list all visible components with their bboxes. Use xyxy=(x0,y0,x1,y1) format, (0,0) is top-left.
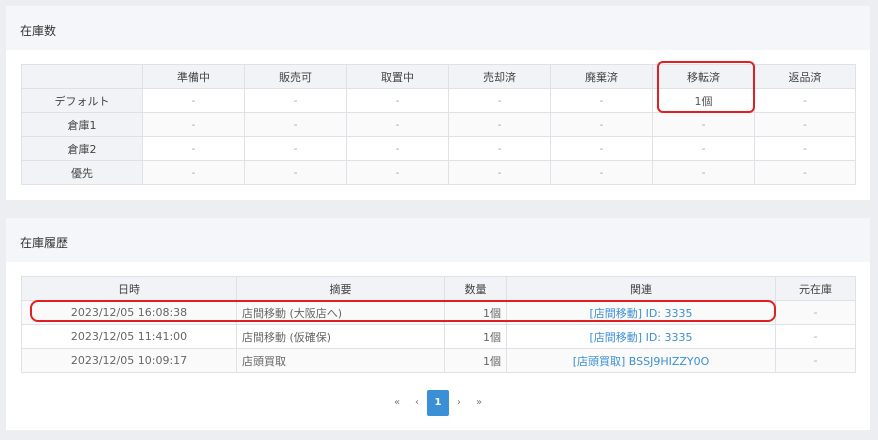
stock-cell: - xyxy=(448,136,551,161)
stock-cell: - xyxy=(754,112,856,137)
stock-panel: 在庫数 準備中 販売可 取置中 売却済 廃棄済 移転済 返品済 デフォルト - … xyxy=(6,6,870,200)
stock-header-row: 準備中 販売可 取置中 売却済 廃棄済 移転済 返品済 xyxy=(21,64,856,89)
history-panel: 在庫履歴 日時 摘要 数量 関連 元在庫 2023/12/05 16:08:38… xyxy=(6,218,870,430)
history-related-link[interactable]: [店頭買取] BSSJ9HIZZY0O xyxy=(506,348,776,373)
stock-cell: - xyxy=(448,88,551,113)
stock-cell: - xyxy=(142,88,245,113)
stock-cell: - xyxy=(346,160,449,185)
stock-cell: - xyxy=(550,160,653,185)
stock-cell: - xyxy=(346,136,449,161)
history-related-link[interactable]: [店間移動] ID: 3335 xyxy=(506,300,776,325)
stock-table: 準備中 販売可 取置中 売却済 廃棄済 移転済 返品済 デフォルト - - - … xyxy=(21,64,856,185)
stock-row: 倉庫1 - - - - - - - xyxy=(21,112,856,137)
history-col-quantity: 数量 xyxy=(444,276,507,301)
history-datetime: 2023/12/05 16:08:38 xyxy=(21,300,237,325)
stock-cell: 1個 xyxy=(652,88,755,113)
history-original-stock: - xyxy=(775,300,856,325)
history-summary: 店間移動 (仮確保) xyxy=(236,324,445,349)
table-row: 2023/12/05 10:09:17 店頭買取 1個 [店頭買取] BSSJ9… xyxy=(21,348,856,373)
stock-cell: - xyxy=(244,160,347,185)
stock-row-label: 倉庫2 xyxy=(21,136,143,161)
stock-col-reserved: 取置中 xyxy=(346,64,449,89)
stock-col-sellable: 販売可 xyxy=(244,64,347,89)
history-col-datetime: 日時 xyxy=(21,276,237,301)
history-summary: 店間移動 (大阪店へ) xyxy=(236,300,445,325)
history-quantity: 1個 xyxy=(444,300,507,325)
stock-cell: - xyxy=(346,112,449,137)
stock-col-corner xyxy=(21,64,143,89)
stock-cell: - xyxy=(448,112,551,137)
stock-cell: - xyxy=(652,160,755,185)
history-header-row: 日時 摘要 数量 関連 元在庫 xyxy=(21,276,856,301)
stock-col-returned: 返品済 xyxy=(754,64,856,89)
stock-cell: - xyxy=(652,136,755,161)
stock-cell: - xyxy=(550,88,653,113)
pager-first-button[interactable]: « xyxy=(387,390,407,416)
history-col-summary: 摘要 xyxy=(236,276,445,301)
stock-cell: - xyxy=(550,112,653,137)
history-summary: 店頭買取 xyxy=(236,348,445,373)
stock-cell: - xyxy=(244,112,347,137)
stock-cell: - xyxy=(244,88,347,113)
history-quantity: 1個 xyxy=(444,348,507,373)
stock-cell: - xyxy=(550,136,653,161)
history-datetime: 2023/12/05 11:41:00 xyxy=(21,324,237,349)
stock-col-preparing: 準備中 xyxy=(142,64,245,89)
stock-col-disposed: 廃棄済 xyxy=(550,64,653,89)
stock-cell: - xyxy=(142,136,245,161)
history-quantity: 1個 xyxy=(444,324,507,349)
history-original-stock: - xyxy=(775,348,856,373)
pager-last-button[interactable]: » xyxy=(469,390,489,416)
stock-cell: - xyxy=(754,160,856,185)
history-original-stock: - xyxy=(775,324,856,349)
stock-cell: - xyxy=(754,136,856,161)
stock-row: 優先 - - - - - - - xyxy=(21,160,856,185)
stock-col-sold: 売却済 xyxy=(448,64,551,89)
pager-page-1[interactable]: 1 xyxy=(427,390,449,416)
pagination: « ‹ 1 › » xyxy=(6,390,870,416)
stock-cell: - xyxy=(142,160,245,185)
stock-row-label: 倉庫1 xyxy=(21,112,143,137)
stock-cell: - xyxy=(142,112,245,137)
stock-cell: - xyxy=(448,160,551,185)
stock-row: デフォルト - - - - - 1個 - xyxy=(21,88,856,113)
stock-panel-title: 在庫数 xyxy=(6,6,870,50)
history-datetime: 2023/12/05 10:09:17 xyxy=(21,348,237,373)
stock-cell: - xyxy=(346,88,449,113)
stock-cell: - xyxy=(652,112,755,137)
stock-row-label: 優先 xyxy=(21,160,143,185)
table-row: 2023/12/05 16:08:38 店間移動 (大阪店へ) 1個 [店間移動… xyxy=(21,300,856,325)
history-related-link[interactable]: [店間移動] ID: 3335 xyxy=(506,324,776,349)
pager-next-button[interactable]: › xyxy=(449,390,469,416)
stock-cell: - xyxy=(754,88,856,113)
stock-row: 倉庫2 - - - - - - - xyxy=(21,136,856,161)
history-table: 日時 摘要 数量 関連 元在庫 2023/12/05 16:08:38 店間移動… xyxy=(21,276,856,373)
stock-col-transferred: 移転済 xyxy=(652,64,755,89)
history-col-related: 関連 xyxy=(506,276,776,301)
history-col-original-stock: 元在庫 xyxy=(775,276,856,301)
table-row: 2023/12/05 11:41:00 店間移動 (仮確保) 1個 [店間移動]… xyxy=(21,324,856,349)
stock-row-label: デフォルト xyxy=(21,88,143,113)
history-panel-title: 在庫履歴 xyxy=(6,218,870,262)
pager-prev-button[interactable]: ‹ xyxy=(407,390,427,416)
stock-cell: - xyxy=(244,136,347,161)
